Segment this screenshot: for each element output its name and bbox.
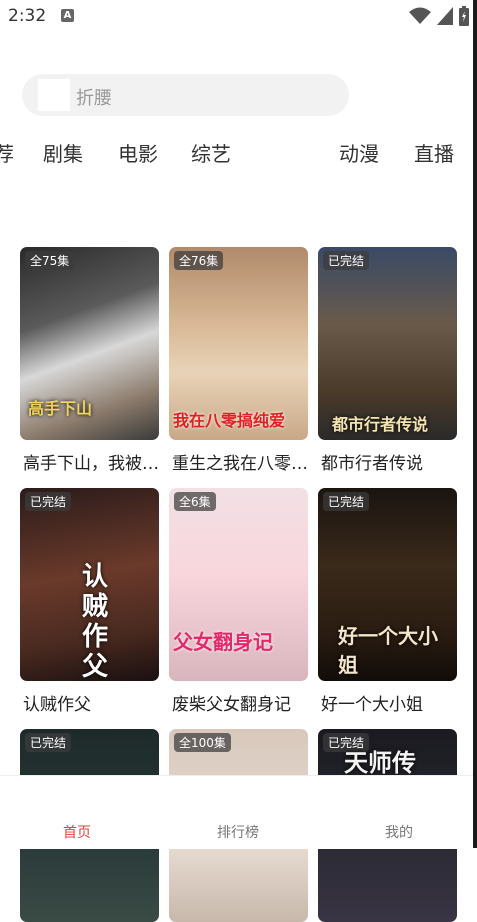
signal-icon: [437, 7, 453, 25]
episode-badge: 已完结: [25, 733, 72, 752]
tab-recommend[interactable]: 荐: [0, 138, 14, 167]
poster-image[interactable]: 已完结 都市行者传说: [318, 247, 457, 440]
poster-image[interactable]: 已完结 认贼作父: [20, 488, 159, 681]
tab-live[interactable]: 直播: [414, 138, 454, 167]
status-time: 2:32: [8, 6, 47, 26]
poster-caption: 认贼作父: [82, 562, 109, 681]
poster-caption: 高手下山: [28, 399, 93, 418]
poster-image[interactable]: 已完结 好一个大小姐: [318, 488, 457, 681]
tab-variety[interactable]: 综艺: [191, 138, 231, 167]
search-placeholder[interactable]: 折腰: [76, 84, 112, 110]
episode-badge: 已完结: [323, 251, 370, 270]
status-bar: 2:32 A: [0, 0, 477, 34]
drama-title: 重生之我在八零…: [172, 454, 308, 474]
episode-badge: 全75集: [25, 251, 75, 270]
drama-title: 高手下山，我被…: [23, 454, 159, 474]
tab-movies[interactable]: 电影: [118, 138, 158, 167]
poster-caption: 天师传: [344, 749, 416, 777]
search-bar[interactable]: 折腰: [22, 74, 349, 116]
nav-ranking[interactable]: 排行榜: [217, 822, 259, 842]
search-logo: [38, 79, 70, 111]
poster-caption: 好一个大小姐: [338, 624, 438, 677]
episode-badge: 全6集: [174, 492, 216, 511]
episode-badge: 已完结: [25, 492, 72, 511]
category-tabs: 荐 剧集 电影 综艺 动漫 直播: [0, 138, 477, 172]
drama-title: 好一个大小姐: [321, 695, 423, 715]
tab-series[interactable]: 剧集: [43, 138, 83, 167]
poster-caption: 都市行者传说: [332, 415, 429, 434]
episode-badge: 全76集: [174, 251, 224, 270]
episode-badge: 全100集: [174, 733, 231, 752]
nav-profile[interactable]: 我的: [385, 822, 413, 842]
status-icons: [409, 6, 469, 26]
screen-edge: [473, 0, 477, 848]
poster-image[interactable]: 全75集 高手下山: [20, 247, 159, 440]
battery-icon: [459, 6, 469, 26]
drama-title: 都市行者传说: [321, 454, 423, 474]
wifi-icon: [409, 7, 431, 24]
drama-title: 认贼作父: [23, 695, 91, 715]
nav-home[interactable]: 首页: [63, 822, 91, 842]
poster-image[interactable]: 全76集 我在八零搞纯爱: [169, 247, 308, 440]
poster-caption: 父女翻身记: [173, 630, 273, 654]
notification-icon: A: [61, 9, 74, 22]
drama-title: 废柴父女翻身记: [172, 695, 291, 715]
tab-anime[interactable]: 动漫: [339, 138, 379, 167]
poster-image[interactable]: 全6集 父女翻身记: [169, 488, 308, 681]
bottom-nav: 首页 排行榜 我的: [0, 775, 477, 849]
episode-badge: 已完结: [323, 492, 370, 511]
poster-caption: 我在八零搞纯爱: [173, 411, 286, 430]
